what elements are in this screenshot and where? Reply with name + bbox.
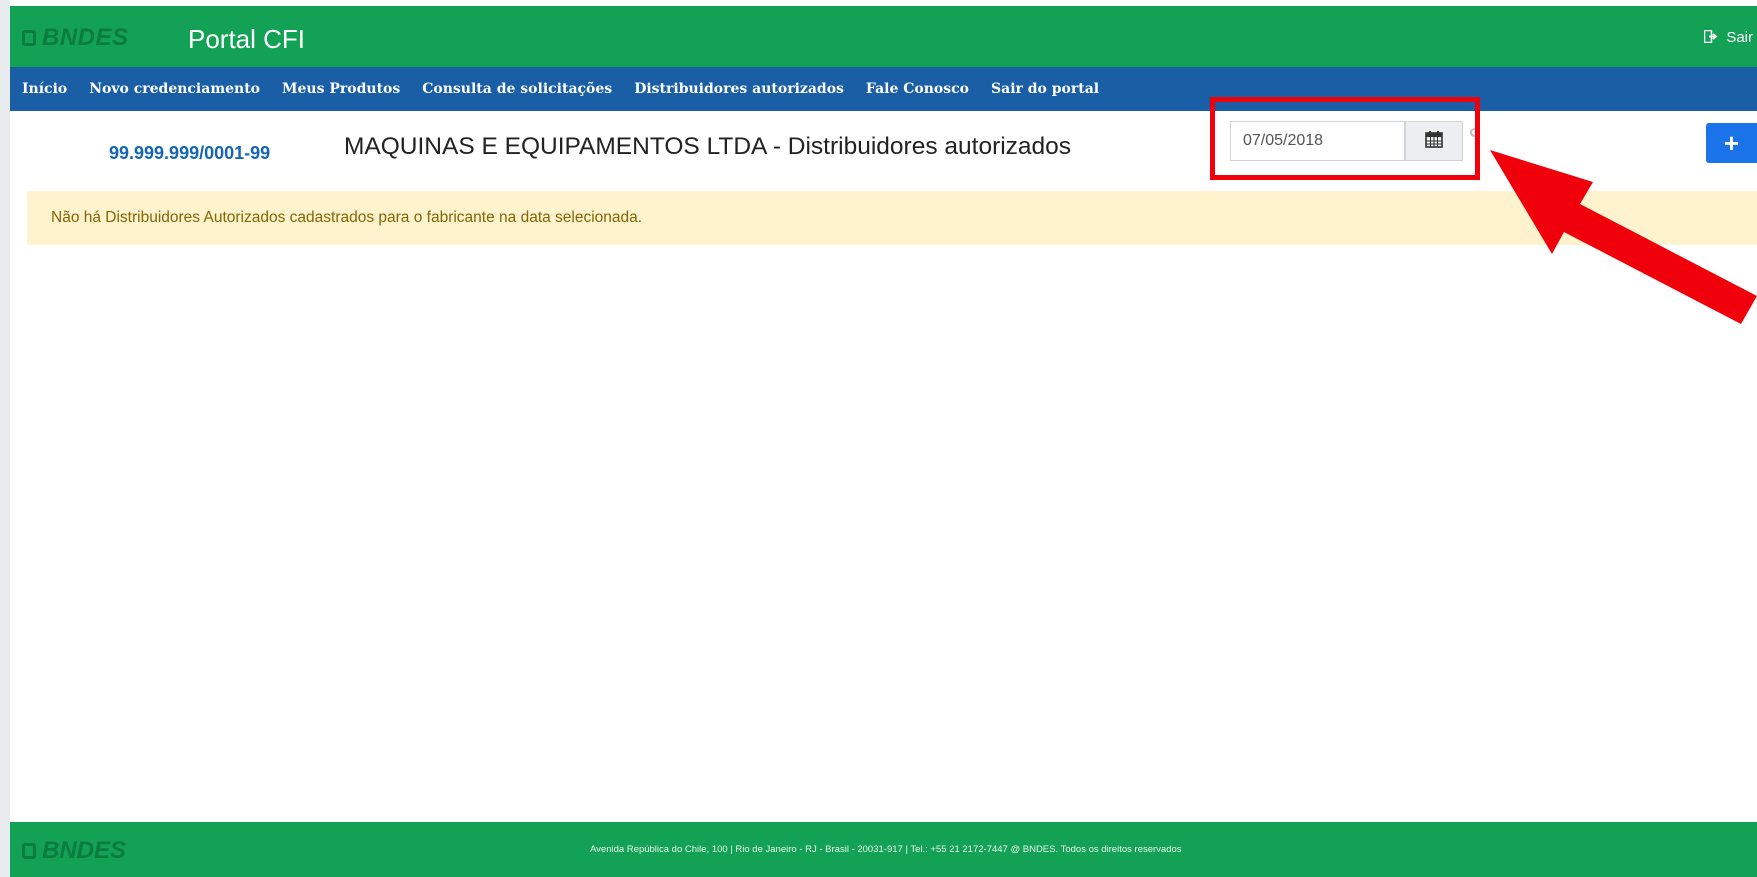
bndes-logo: BNDES [22, 24, 129, 52]
nav-item-sair-do-portal[interactable]: Sair do portal [991, 81, 1099, 97]
page-title: MAQUINAS E EQUIPAMENTOS LTDA - Distribui… [344, 133, 1072, 160]
logout-button[interactable]: Sair [1704, 29, 1753, 46]
nav-item-fale-conosco[interactable]: Fale Conosco [866, 81, 969, 97]
nav-item-inicio[interactable]: Início [22, 81, 67, 97]
nav-item-consulta-solicitacoes[interactable]: Consulta de solicitações [422, 81, 612, 97]
red-arrow-icon [1490, 150, 1757, 324]
footer-logo-icon [22, 843, 36, 859]
bndes-logo-text: BNDES [42, 24, 129, 51]
main-nav: Início Novo credenciamento Meus Produtos… [10, 67, 1757, 111]
nav-item-meus-produtos[interactable]: Meus Produtos [282, 81, 400, 97]
footer-address: Avenida República do Chile, 100 | Rio de… [590, 844, 1182, 855]
annotation-highlight-box [1210, 97, 1480, 180]
nav-item-novo-credenciamento[interactable]: Novo credenciamento [89, 81, 260, 97]
portal-title: Portal CFI [188, 24, 306, 54]
footer-logo-text: BNDES [42, 837, 127, 864]
left-border [0, 0, 10, 877]
sign-out-icon [1704, 29, 1718, 46]
app-footer: BNDES Avenida República do Chile, 100 | … [10, 822, 1757, 877]
alert-text: Não há Distribuidores Autorizados cadast… [51, 209, 643, 226]
bndes-logo-icon [22, 30, 36, 46]
logout-label: Sair [1726, 29, 1753, 46]
nav-item-distribuidores-autorizados[interactable]: Distribuidores autorizados [634, 81, 844, 97]
app-header: BNDES Portal CFI Sair [10, 6, 1757, 67]
footer-logo: BNDES [22, 837, 126, 865]
company-cnpj: 99.999.999/0001-99 [109, 143, 271, 163]
